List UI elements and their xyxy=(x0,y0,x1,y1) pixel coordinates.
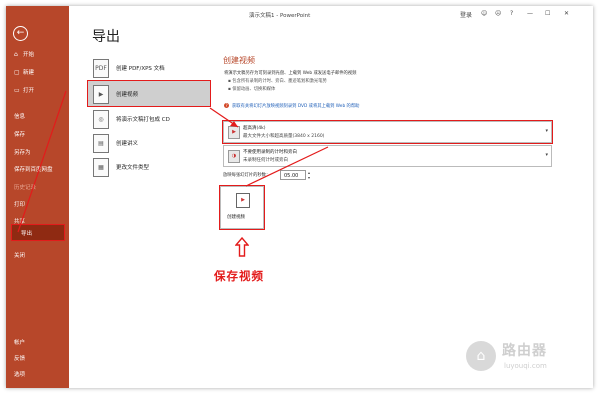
annotation-line xyxy=(17,90,67,233)
powerpoint-window: ← ⌂ 开始 ▢ 新建 ▭ 打开 信息 保存 另存为 保存到百度网盘 历史记录 打印 … xyxy=(6,6,593,388)
up-arrow-icon xyxy=(235,237,249,257)
router-logo-icon: ⌂ xyxy=(466,341,496,371)
watermark-url: luyouqi.com xyxy=(504,362,547,370)
annotation-arrows xyxy=(17,90,329,233)
annotation-line xyxy=(245,146,329,187)
watermark-title: 路由器 xyxy=(502,343,547,359)
watermark: ⌂ 路由器 luyouqi.com xyxy=(464,338,593,378)
annotation-text: 保存视频 xyxy=(214,269,264,283)
